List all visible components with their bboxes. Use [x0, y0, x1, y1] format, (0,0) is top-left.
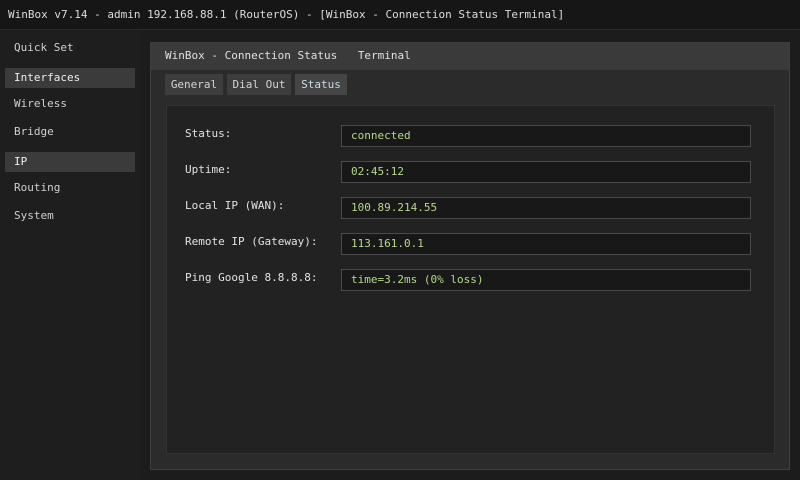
sidebar-item-label: System	[14, 209, 54, 222]
status-label: Status:	[185, 127, 232, 140]
sidebar-item-label: Wireless	[14, 97, 67, 110]
tab-general[interactable]: General	[165, 74, 223, 95]
sidebar-item-routing[interactable]: Routing	[5, 178, 135, 198]
tab-dial-out[interactable]: Dial Out	[227, 74, 291, 95]
remote-ip-label: Remote IP (Gateway):	[185, 235, 318, 248]
tab-label: Status	[301, 78, 341, 91]
status-content: Status: connected Uptime: 02:45:12 Local…	[166, 105, 775, 454]
terminal-link[interactable]: Terminal	[358, 49, 411, 62]
sidebar: Quick Set Interfaces Wireless Bridge IP …	[0, 30, 140, 480]
tab-status[interactable]: Status	[295, 74, 347, 95]
sidebar-item-bridge[interactable]: Bridge	[5, 122, 135, 142]
sidebar-item-label: Routing	[14, 181, 61, 194]
uptime-label: Uptime:	[185, 163, 232, 176]
window-header: WinBox - Connection Status Terminal	[151, 43, 789, 70]
tab-label: General	[170, 78, 218, 91]
sidebar-item-interfaces[interactable]: Interfaces	[5, 68, 135, 88]
sidebar-item-label: IP	[14, 155, 28, 168]
local-ip-value[interactable]: 100.89.214.55	[341, 197, 751, 219]
uptime-value[interactable]: 02:45:12	[341, 161, 751, 183]
connection-status-window: WinBox - Connection Status Terminal Gene…	[150, 42, 790, 470]
tab-label: Dial Out	[232, 78, 286, 91]
window-title-bar: WinBox v7.14 - admin 192.168.88.1 (Route…	[0, 0, 800, 30]
local-ip-label: Local IP (WAN):	[185, 199, 285, 212]
sidebar-item-ip[interactable]: IP	[5, 152, 135, 172]
sidebar-item-label: Bridge	[14, 125, 54, 138]
sidebar-item-system[interactable]: System	[5, 206, 135, 226]
window-title: WinBox v7.14 - admin 192.168.88.1 (Route…	[8, 8, 565, 21]
ping-value[interactable]: time=3.2ms (0% loss)	[341, 269, 751, 291]
status-value[interactable]: connected	[341, 125, 751, 147]
remote-ip-value[interactable]: 113.161.0.1	[341, 233, 751, 255]
sidebar-item-label: Quick Set	[14, 41, 74, 54]
sidebar-item-quick-set[interactable]: Quick Set	[5, 38, 135, 58]
ping-label: Ping Google 8.8.8.8:	[185, 271, 318, 284]
sidebar-item-wireless[interactable]: Wireless	[5, 94, 135, 114]
window-header-title: WinBox - Connection Status	[165, 49, 338, 62]
sidebar-item-label: Interfaces	[14, 71, 81, 84]
